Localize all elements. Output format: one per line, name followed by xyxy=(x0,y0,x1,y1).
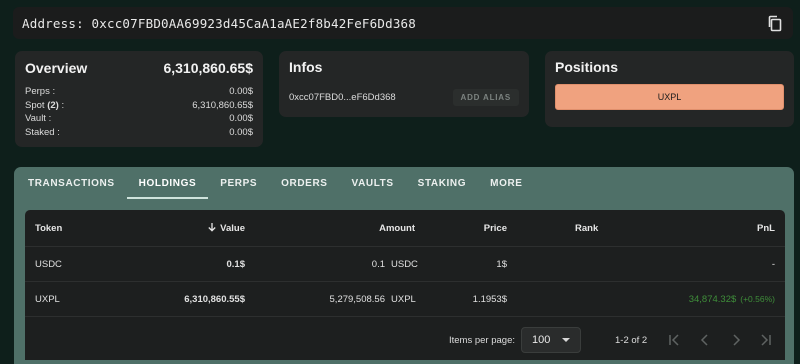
first-page-icon[interactable] xyxy=(666,332,682,348)
header-rank[interactable]: Rank xyxy=(575,223,598,234)
cell-pnl: - xyxy=(771,258,775,270)
pagination: Items per page: 100 1-2 of 2 xyxy=(25,320,785,360)
cell-amount: 5,279,508.56 UXPL xyxy=(329,293,416,305)
tab-orders[interactable]: ORDERS xyxy=(269,167,339,199)
positions-title: Positions xyxy=(555,59,619,75)
address-text: Address: 0xcc07FBD0AA69923d45CaA1aAE2f8b… xyxy=(22,15,417,31)
overview-title: Overview xyxy=(25,60,88,76)
position-uxpl-button[interactable]: UXPL xyxy=(555,84,784,110)
tab-holdings[interactable]: HOLDINGS xyxy=(126,167,209,199)
address-bar: Address: 0xcc07FBD0AA69923d45CaA1aAE2f8b… xyxy=(13,7,793,39)
prev-page-icon[interactable] xyxy=(697,332,713,348)
tab-transactions[interactable]: TRANSACTIONS xyxy=(16,167,127,199)
overview-row-perps: Perps : 0.00$ xyxy=(25,85,253,99)
overview-label: Staked : xyxy=(25,126,60,138)
cell-value: 6,310,860.55$ xyxy=(184,293,245,305)
copy-icon[interactable] xyxy=(767,15,783,32)
infos-address: 0xcc07FBD0...eF6Dd368 xyxy=(289,92,396,103)
overview-label: Spot (2) : xyxy=(25,99,65,111)
infos-title: Infos xyxy=(289,59,323,75)
header-value[interactable]: Value xyxy=(207,222,245,234)
tab-vaults[interactable]: VAULTS xyxy=(340,167,406,199)
items-per-page-label: Items per page: xyxy=(449,334,516,346)
overview-total: 6,310,860.65$ xyxy=(163,60,253,76)
tab-perps[interactable]: PERPS xyxy=(208,167,269,199)
tab-bar: TRANSACTIONS HOLDINGS PERPS ORDERS VAULT… xyxy=(14,167,794,199)
last-page-icon[interactable] xyxy=(758,332,774,348)
header-amount[interactable]: Amount xyxy=(379,223,415,234)
positions-card: Positions UXPL xyxy=(545,51,794,127)
table-header: Token Value Amount Price Rank PnL xyxy=(25,210,785,247)
add-alias-button[interactable]: ADD ALIAS xyxy=(452,89,519,106)
sort-down-icon xyxy=(208,223,216,232)
cell-price: 1.1953$ xyxy=(472,293,507,305)
tab-more[interactable]: MORE xyxy=(478,167,534,199)
items-per-page-select[interactable]: 100 xyxy=(521,327,581,353)
tab-staking[interactable]: STAKING xyxy=(406,167,478,199)
overview-value: 0.00$ xyxy=(229,113,253,124)
table-row[interactable]: UXPL 6,310,860.55$ 5,279,508.56 UXPL 1.19… xyxy=(25,282,785,317)
overview-value: 0.00$ xyxy=(229,126,253,138)
next-page-icon[interactable] xyxy=(728,332,744,348)
pagination-range: 1-2 of 2 xyxy=(615,334,648,346)
overview-value: 6,310,860.65$ xyxy=(192,99,253,111)
header-token[interactable]: Token xyxy=(35,223,62,234)
overview-card: Overview 6,310,860.65$ Perps : 0.00$ Spo… xyxy=(15,51,263,147)
cell-value: 0.1$ xyxy=(226,258,246,270)
tabs-panel: TRANSACTIONS HOLDINGS PERPS ORDERS VAULT… xyxy=(14,167,794,364)
header-pnl[interactable]: PnL xyxy=(757,223,775,234)
cell-price: 1$ xyxy=(496,258,507,270)
cell-amount: 0.1 USDC xyxy=(371,258,418,270)
overview-label: Perps : xyxy=(25,86,56,97)
header-price[interactable]: Price xyxy=(484,223,507,234)
table-row[interactable]: USDC 0.1$ 0.1 USDC 1$ - xyxy=(25,247,785,282)
cell-token: USDC xyxy=(35,258,62,270)
cell-token: UXPL xyxy=(35,293,60,305)
chevron-down-icon xyxy=(562,338,570,342)
overview-value: 0.00$ xyxy=(229,86,253,97)
overview-label: Vault : xyxy=(25,113,52,124)
overview-row-spot: Spot (2) : 6,310,860.65$ xyxy=(25,99,253,113)
overview-row-staked: Staked : 0.00$ xyxy=(25,126,253,140)
spot-count: (2) xyxy=(47,99,59,111)
cell-pnl: 34,874.32$ (+0.56%) xyxy=(688,293,775,305)
overview-row-vault: Vault : 0.00$ xyxy=(25,112,253,126)
holdings-table: Token Value Amount Price Rank PnL USDC 0… xyxy=(25,210,785,360)
infos-card: Infos 0xcc07FBD0...eF6Dd368 ADD ALIAS xyxy=(279,51,529,117)
